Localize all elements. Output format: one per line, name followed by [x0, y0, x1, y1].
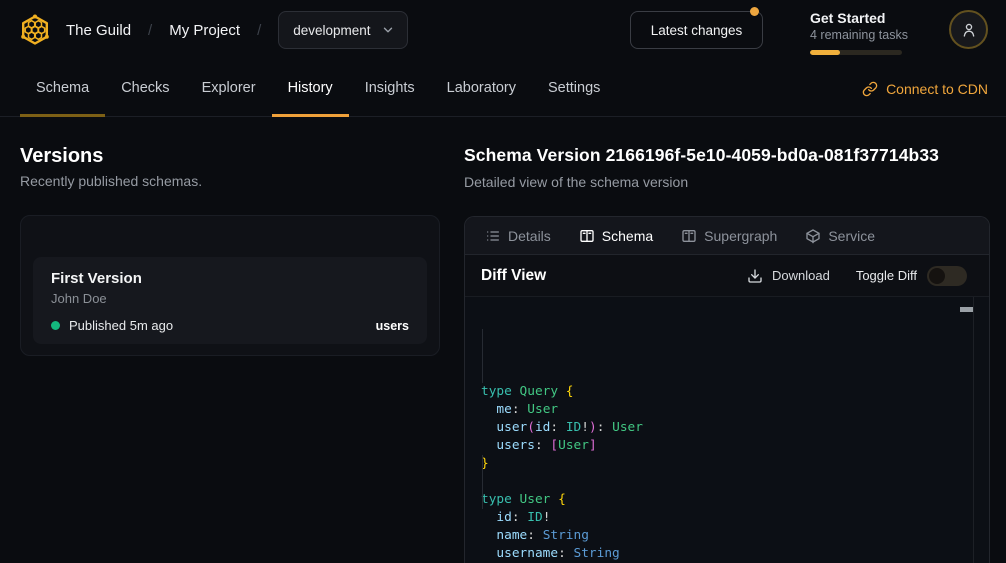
- breadcrumb: The Guild / My Project / development: [66, 0, 408, 60]
- chevron-down-icon: [381, 23, 395, 37]
- list-icon: [485, 228, 501, 244]
- schema-version-subtitle: Detailed view of the schema version: [464, 174, 688, 190]
- nav-tab-schema[interactable]: Schema: [20, 60, 105, 116]
- link-icon: [862, 81, 878, 97]
- detail-tab-details[interactable]: Details: [485, 228, 551, 244]
- get-started-title: Get Started: [810, 10, 902, 26]
- version-name: First Version: [51, 270, 409, 287]
- detail-tab-label: Details: [508, 228, 551, 244]
- version-meta-row: Published 5m ago users: [51, 318, 409, 333]
- indent-guide: [482, 455, 483, 509]
- breadcrumb-separator: /: [257, 22, 261, 39]
- download-label: Download: [772, 268, 830, 283]
- nav-tab-explorer[interactable]: Explorer: [186, 60, 272, 116]
- nav-tab-list: Schema Checks Explorer History Insights …: [20, 60, 616, 116]
- versions-list-card: First Version John Doe Published 5m ago …: [20, 215, 440, 356]
- nav-tab-history[interactable]: History: [272, 60, 349, 116]
- scrollbar-track: [973, 297, 974, 563]
- connect-to-cdn-link[interactable]: Connect to CDN: [862, 60, 988, 117]
- target-selector[interactable]: development: [278, 11, 407, 49]
- top-header: The Guild / My Project / development Lat…: [0, 0, 1006, 60]
- detail-tab-supergraph[interactable]: Supergraph: [681, 228, 777, 244]
- toggle-diff-label: Toggle Diff: [856, 268, 917, 283]
- detail-tab-schema[interactable]: Schema: [579, 228, 653, 244]
- nav-tab-checks[interactable]: Checks: [105, 60, 185, 116]
- version-status: Published 5m ago: [69, 318, 173, 333]
- get-started-progress-bar: [810, 50, 902, 55]
- cube-icon: [805, 228, 821, 244]
- person-icon: [960, 21, 978, 39]
- breadcrumb-separator: /: [148, 22, 152, 39]
- latest-changes-label: Latest changes: [651, 23, 743, 38]
- detail-tab-service[interactable]: Service: [805, 228, 875, 244]
- get-started-subtitle: 4 remaining tasks: [810, 28, 902, 42]
- detail-tab-label: Service: [828, 228, 875, 244]
- toggle-diff-switch[interactable]: [927, 266, 967, 286]
- schema-version-title: Schema Version 2166196f-5e10-4059-bd0a-0…: [464, 145, 939, 166]
- diff-view-title: Diff View: [481, 267, 546, 285]
- diff-view-toolbar: Diff View Download Toggle Diff: [465, 255, 989, 297]
- breadcrumb-project[interactable]: My Project: [169, 22, 240, 39]
- main-nav: Schema Checks Explorer History Insights …: [0, 60, 1006, 117]
- connect-to-cdn-label: Connect to CDN: [886, 81, 988, 97]
- latest-changes-button[interactable]: Latest changes: [630, 11, 763, 49]
- scrollbar-thumb[interactable]: [960, 307, 973, 312]
- nav-tab-settings[interactable]: Settings: [532, 60, 616, 116]
- version-author: John Doe: [51, 291, 409, 306]
- detail-tab-list: Details Schema Supergraph Service: [465, 217, 989, 255]
- target-selector-value: development: [293, 23, 370, 38]
- columns-icon: [681, 228, 697, 244]
- detail-tab-label: Supergraph: [704, 228, 777, 244]
- diff-view-actions: Download Toggle Diff: [747, 266, 967, 286]
- version-service-badge: users: [376, 319, 409, 333]
- guild-logo-icon[interactable]: [15, 10, 55, 50]
- schema-code: type Query { me: User user(id: ID!): Use…: [481, 383, 969, 563]
- toggle-diff-group: Toggle Diff: [856, 266, 967, 286]
- published-status-dot: [51, 321, 60, 330]
- versions-title: Versions: [20, 145, 103, 168]
- nav-tab-laboratory[interactable]: Laboratory: [431, 60, 532, 116]
- version-list-item[interactable]: First Version John Doe Published 5m ago …: [33, 257, 427, 344]
- detail-tab-label: Schema: [602, 228, 653, 244]
- breadcrumb-org[interactable]: The Guild: [66, 22, 131, 39]
- download-button[interactable]: Download: [747, 268, 830, 284]
- notification-dot: [750, 7, 759, 16]
- get-started-progress-fill: [810, 50, 840, 55]
- columns-icon: [579, 228, 595, 244]
- nav-tab-insights[interactable]: Insights: [349, 60, 431, 116]
- get-started-widget[interactable]: Get Started 4 remaining tasks: [810, 10, 902, 55]
- toggle-knob: [929, 268, 945, 284]
- user-avatar[interactable]: [949, 10, 988, 49]
- schema-version-panel: Details Schema Supergraph Service Diff V…: [464, 216, 990, 563]
- indent-guide: [482, 329, 483, 383]
- schema-code-viewer[interactable]: type Query { me: User user(id: ID!): Use…: [465, 297, 989, 563]
- download-icon: [747, 268, 763, 284]
- versions-subtitle: Recently published schemas.: [20, 173, 202, 189]
